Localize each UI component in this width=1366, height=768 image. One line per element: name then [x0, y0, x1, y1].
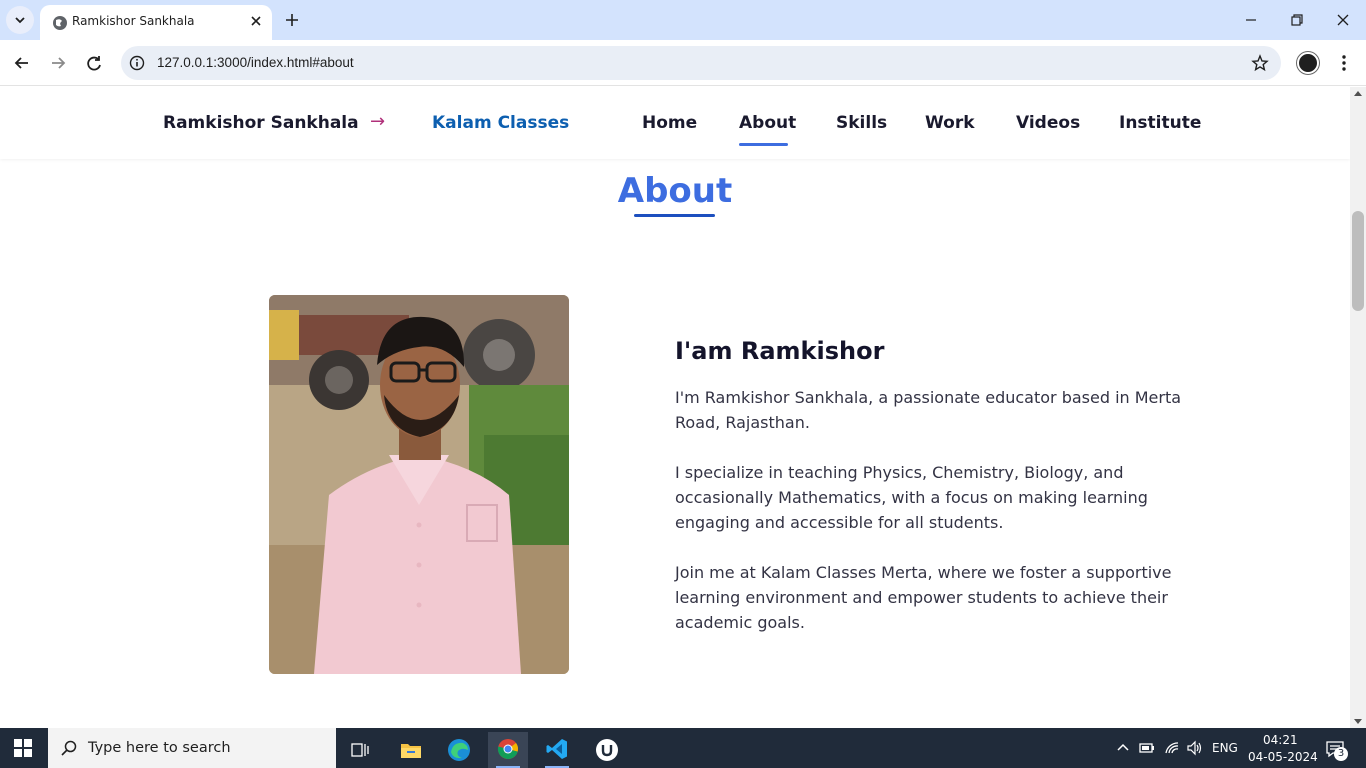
- nav-about[interactable]: About: [739, 113, 796, 133]
- wifi-icon[interactable]: [1164, 740, 1180, 756]
- globe-icon: [53, 16, 67, 30]
- page-viewport: Ramkishor Sankhala → Kalam Classes Home …: [0, 87, 1350, 728]
- brand-arrow: →: [370, 111, 386, 132]
- chevron-up-icon[interactable]: [1115, 740, 1131, 756]
- scroll-down-arrow-icon[interactable]: [1354, 719, 1362, 724]
- edge-icon: [448, 739, 470, 761]
- nav-skills[interactable]: Skills: [836, 113, 887, 133]
- reload-icon[interactable]: [83, 52, 105, 74]
- back-arrow-icon[interactable]: [11, 52, 33, 74]
- u-app-button[interactable]: [587, 732, 627, 768]
- minimize-icon[interactable]: [1241, 10, 1261, 30]
- section-title-underline: [634, 214, 715, 217]
- notification-badge: 3: [1334, 747, 1348, 761]
- clock-time[interactable]: 04:21: [1263, 733, 1298, 747]
- portrait-image: [269, 295, 569, 674]
- vscode-button[interactable]: [537, 732, 577, 768]
- close-tab-icon[interactable]: [248, 13, 264, 29]
- restore-icon[interactable]: [1287, 10, 1307, 30]
- battery-icon[interactable]: [1139, 740, 1155, 756]
- browser-tabstrip: Ramkishor Sankhala: [0, 0, 1366, 40]
- chrome-icon: [497, 739, 519, 760]
- kalam-classes-link[interactable]: Kalam Classes: [432, 113, 569, 133]
- scroll-up-arrow-icon[interactable]: [1354, 91, 1362, 96]
- tab-title: Ramkishor Sankhala: [72, 14, 195, 28]
- close-window-icon[interactable]: [1333, 10, 1353, 30]
- chrome-button[interactable]: [488, 732, 528, 768]
- task-view-button[interactable]: [340, 732, 380, 768]
- nav-home[interactable]: Home: [642, 113, 697, 133]
- scroll-thumb[interactable]: [1352, 211, 1364, 311]
- folder-icon: [401, 744, 421, 758]
- edge-button[interactable]: [439, 732, 479, 768]
- about-heading: I'am Ramkishor: [675, 337, 885, 365]
- new-tab-icon[interactable]: [282, 10, 302, 30]
- browser-menu-icon[interactable]: [1336, 52, 1352, 74]
- about-paragraph: I'm Ramkishor Sankhala, a passionate edu…: [675, 388, 1182, 432]
- nav-active-underline: [739, 143, 788, 146]
- nav-videos[interactable]: Videos: [1016, 113, 1080, 133]
- windows-start-icon[interactable]: [14, 739, 32, 757]
- task-view-icon: [351, 743, 369, 757]
- clock-date[interactable]: 04-05-2024: [1248, 750, 1318, 764]
- site-header: Ramkishor Sankhala → Kalam Classes Home …: [0, 87, 1350, 159]
- url-text[interactable]: 127.0.0.1:3000/index.html#about: [157, 55, 354, 70]
- tab-search-button[interactable]: [6, 6, 34, 34]
- nav-institute[interactable]: Institute: [1119, 113, 1201, 133]
- search-icon: [61, 740, 77, 756]
- about-paragraph: Join me at Kalam Classes Merta, where we…: [675, 563, 1172, 632]
- page-scrollbar[interactable]: [1350, 87, 1366, 728]
- u-app-icon: [596, 739, 618, 761]
- chevron-down-icon: [15, 17, 25, 24]
- browser-tab-active[interactable]: Ramkishor Sankhala: [40, 5, 272, 40]
- language-indicator[interactable]: ENG: [1212, 741, 1238, 755]
- forward-arrow-icon[interactable]: [47, 52, 69, 74]
- volume-icon[interactable]: [1187, 740, 1203, 756]
- address-bar[interactable]: 127.0.0.1:3000/index.html#about: [121, 46, 1281, 80]
- nav-work[interactable]: Work: [925, 113, 975, 133]
- file-explorer-button[interactable]: [390, 732, 430, 768]
- windows-taskbar: Type here to search ENG 04:21 04-05-2024…: [0, 728, 1366, 768]
- taskbar-search[interactable]: Type here to search: [48, 728, 336, 768]
- profile-photo: [269, 295, 569, 674]
- site-info-icon[interactable]: [129, 55, 145, 71]
- browser-toolbar: 127.0.0.1:3000/index.html#about: [0, 40, 1366, 86]
- bookmark-star-icon[interactable]: [1251, 54, 1269, 72]
- about-paragraph: I specialize in teaching Physics, Chemis…: [675, 463, 1148, 532]
- vscode-icon: [546, 739, 567, 759]
- search-placeholder: Type here to search: [88, 740, 231, 756]
- profile-avatar[interactable]: [1297, 52, 1319, 74]
- section-title: About: [617, 171, 733, 211]
- brand-name[interactable]: Ramkishor Sankhala: [163, 113, 359, 133]
